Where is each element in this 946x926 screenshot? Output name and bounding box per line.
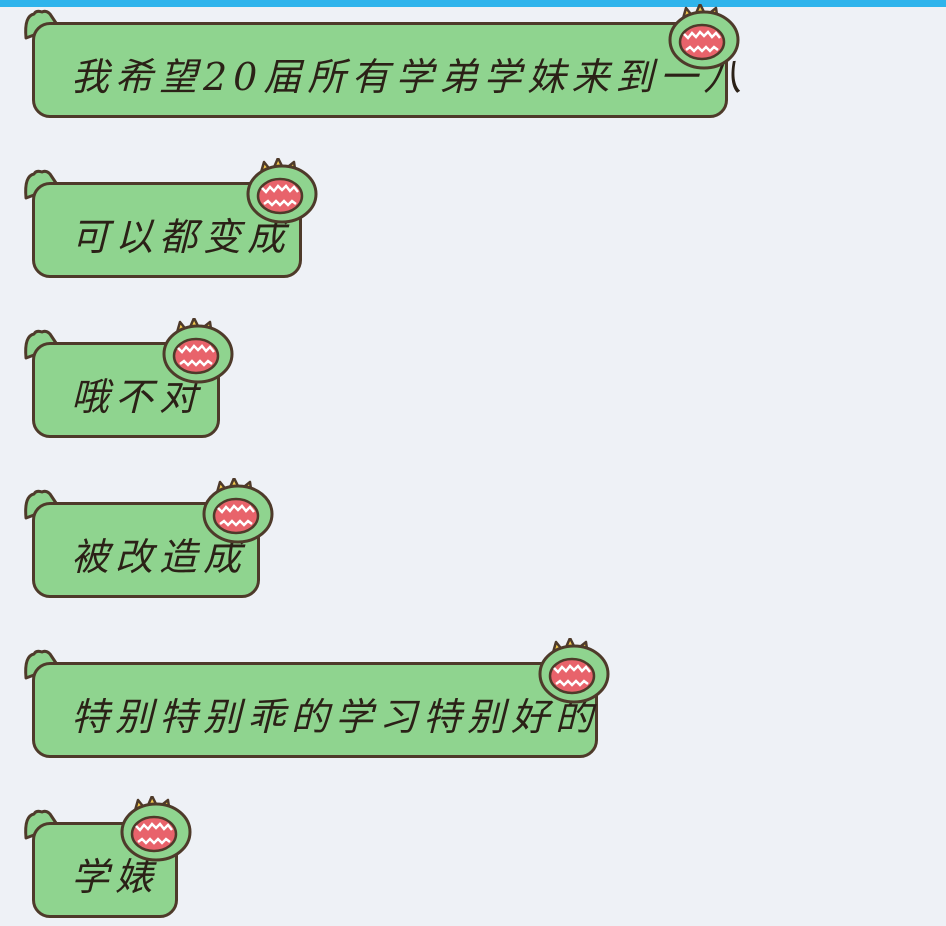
bubble-body: 特别特别乖的学习特别好的	[32, 662, 598, 758]
dinosaur-head-icon	[202, 478, 274, 544]
chat-bubble[interactable]: 被改造成	[22, 478, 274, 612]
chat-bubble[interactable]: 特别特别乖的学习特别好的	[22, 638, 612, 772]
bubble-body: 我希望20届所有学弟学妹来到一八	[32, 22, 741, 118]
chat-bubble[interactable]: 哦不对	[22, 318, 234, 452]
message-text: 特别特别乖的学习特别好的	[71, 694, 600, 739]
chat-bubble[interactable]: 学婊	[22, 796, 194, 926]
chat-bubble[interactable]: 我希望20届所有学弟学妹来到一八	[22, 4, 742, 132]
message-text: 我希望20届所有学弟学妹来到一八	[71, 54, 748, 99]
chat-message-list[interactable]: 我希望20届所有学弟学妹来到一八 可以都变成 哦不对 被改造成 特别特别乖的学习…	[0, 0, 946, 926]
dinosaur-head-icon	[668, 4, 740, 70]
dinosaur-head-icon	[120, 796, 192, 862]
dinosaur-head-icon	[246, 158, 318, 224]
dinosaur-head-icon	[162, 318, 234, 384]
dinosaur-head-icon	[538, 638, 610, 704]
chat-bubble[interactable]: 可以都变成	[22, 158, 322, 292]
